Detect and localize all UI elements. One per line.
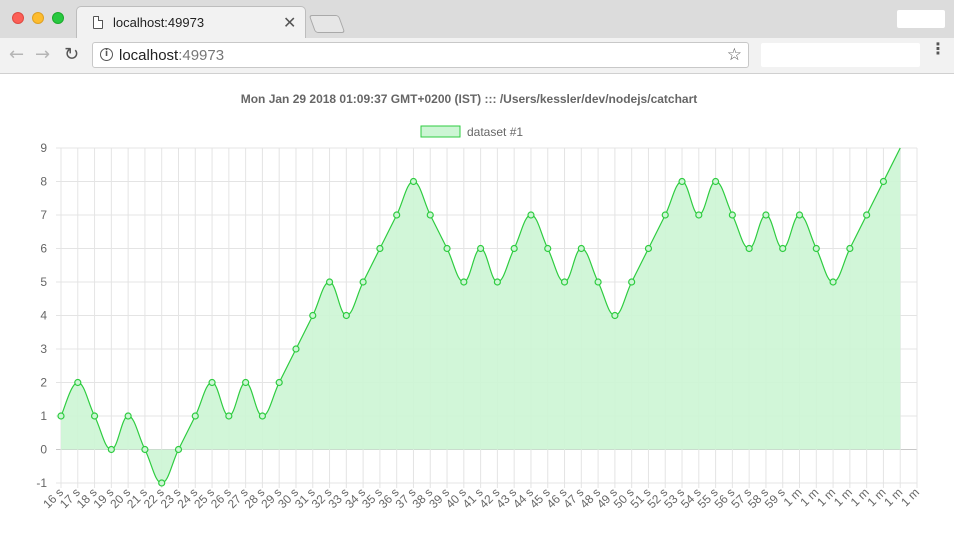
y-tick-label: 4: [40, 309, 47, 323]
data-point: [443, 244, 451, 253]
data-point: [711, 177, 720, 186]
menu-icon[interactable]: ⋮: [930, 41, 946, 57]
new-tab-button[interactable]: [308, 15, 346, 33]
toolbar: ← → ↻ i localhost:49973 ☆ ⋮: [0, 38, 954, 74]
y-tick-label: 2: [40, 376, 47, 390]
y-tick-label: 9: [40, 141, 47, 155]
data-point: [879, 177, 888, 186]
data-point: [292, 345, 300, 353]
data-point: [695, 211, 703, 219]
url-text[interactable]: localhost:49973: [119, 47, 224, 64]
data-point: [309, 311, 317, 320]
data-point: [829, 278, 837, 286]
forward-button[interactable]: →: [35, 44, 50, 65]
data-point: [409, 177, 418, 186]
tab-bar: localhost:49973 ✕: [0, 0, 954, 40]
data-point: [846, 244, 854, 253]
window-close-button[interactable]: [12, 12, 24, 24]
data-point: [678, 177, 686, 186]
browser-tab[interactable]: localhost:49973 ✕: [76, 6, 306, 40]
y-tick-label: 0: [40, 443, 47, 457]
page-content: Mon Jan 29 2018 01:09:37 GMT+0200 (IST) …: [0, 74, 954, 538]
data-point: [107, 445, 115, 454]
data-point: [863, 211, 871, 219]
data-point: [141, 445, 149, 454]
address-bar[interactable]: i localhost:49973 ☆: [92, 42, 749, 68]
data-point: [225, 412, 233, 420]
data-point: [275, 378, 283, 387]
data-point: [191, 412, 199, 420]
data-point: [208, 378, 216, 387]
data-point: [745, 244, 753, 253]
data-point: [393, 211, 401, 219]
data-point: [544, 244, 552, 253]
data-point: [812, 244, 820, 253]
legend-swatch: [420, 125, 461, 138]
tab-close-icon[interactable]: ✕: [283, 13, 296, 32]
data-point: [376, 244, 384, 253]
y-tick-label: 5: [40, 275, 47, 289]
page-icon: [93, 16, 103, 29]
data-point: [560, 278, 569, 286]
url-host: localhost: [119, 47, 179, 64]
data-point: [477, 244, 485, 253]
data-point: [510, 244, 518, 253]
data-point: [527, 211, 535, 219]
url-port: :49973: [178, 47, 225, 64]
data-point: [779, 244, 787, 253]
data-point: [661, 211, 669, 219]
tab-title: localhost:49973: [113, 15, 205, 30]
data-point: [74, 378, 82, 387]
back-button[interactable]: ←: [9, 44, 24, 65]
reload-button[interactable]: ↻: [64, 44, 79, 65]
data-point: [359, 278, 367, 286]
data-point: [90, 412, 99, 420]
data-point: [342, 311, 350, 320]
y-tick-label: 8: [40, 175, 47, 189]
data-point: [611, 311, 619, 320]
data-point: [57, 412, 65, 420]
bookmark-star-icon[interactable]: ☆: [727, 45, 742, 65]
data-point: [795, 211, 804, 219]
window-minimize-button[interactable]: [32, 12, 44, 24]
info-icon[interactable]: i: [100, 48, 113, 61]
data-point: [594, 278, 602, 286]
y-tick-label: 6: [40, 242, 47, 256]
profile-area[interactable]: [897, 10, 945, 28]
data-point: [325, 278, 334, 286]
data-point: [762, 211, 770, 219]
data-point: [258, 412, 267, 420]
y-tick-label: 1: [40, 409, 47, 423]
chart-title: Mon Jan 29 2018 01:09:37 GMT+0200 (IST) …: [241, 92, 698, 106]
data-point: [158, 479, 166, 487]
window-maximize-button[interactable]: [52, 12, 64, 24]
data-point: [577, 244, 585, 253]
data-point: [628, 278, 636, 286]
data-point: [426, 211, 434, 219]
data-point: [460, 278, 468, 286]
data-point: [728, 211, 736, 219]
data-point: [242, 378, 250, 387]
data-point: [493, 278, 501, 286]
line-chart: Mon Jan 29 2018 01:09:37 GMT+0200 (IST) …: [36, 92, 922, 511]
x-tick-label: 1 m: [898, 485, 922, 509]
data-point: [174, 445, 183, 454]
data-point: [124, 412, 132, 420]
y-tick-label: 3: [40, 342, 47, 356]
data-point: [644, 244, 653, 253]
legend-label: dataset #1: [467, 125, 523, 139]
y-tick-label: -1: [36, 476, 47, 490]
y-tick-label: 7: [40, 208, 47, 222]
extension-area[interactable]: [761, 43, 920, 67]
